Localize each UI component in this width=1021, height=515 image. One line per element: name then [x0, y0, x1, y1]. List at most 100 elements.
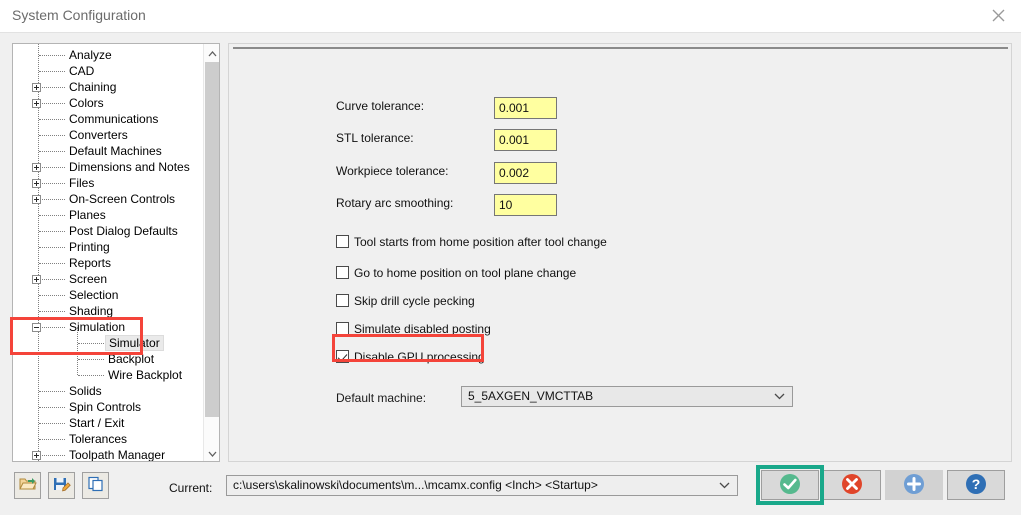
default-machine-label: Default machine:	[336, 391, 427, 405]
panel-divider	[233, 47, 1008, 49]
cancel-button[interactable]	[823, 470, 881, 500]
tree-item-planes[interactable]: Planes	[13, 207, 203, 223]
tree-item-label: Communications	[69, 112, 159, 126]
chevron-down-icon	[774, 387, 785, 406]
tree-item-colors[interactable]: Colors	[13, 95, 203, 111]
tree-item-label: Analyze	[69, 48, 112, 62]
current-config-value: c:\users\skalinowski\documents\m...\mcam…	[233, 478, 598, 492]
close-button[interactable]	[975, 0, 1021, 31]
expand-icon[interactable]	[32, 275, 41, 284]
close-icon	[992, 9, 1005, 22]
tree-item-wire-backplot[interactable]: Wire Backplot	[13, 367, 203, 383]
tree-connector	[39, 103, 65, 104]
tree-connector	[39, 439, 65, 440]
tree-item-post-dialog-defaults[interactable]: Post Dialog Defaults	[13, 223, 203, 239]
checkbox-unchecked-icon[interactable]	[336, 294, 349, 307]
tree-item-backplot[interactable]: Backplot	[13, 351, 203, 367]
tree-item-label: Printing	[69, 240, 110, 254]
checkbox-label: Tool starts from home position after too…	[354, 235, 607, 249]
field-input[interactable]	[494, 162, 557, 184]
current-config-dropdown[interactable]: c:\users\skalinowski\documents\m...\mcam…	[226, 475, 738, 496]
checkbox-checked-icon[interactable]	[336, 350, 349, 363]
tree-item-label: Dimensions and Notes	[69, 160, 190, 174]
field-input[interactable]	[494, 194, 557, 216]
tree-connector	[39, 327, 65, 328]
expand-icon[interactable]	[32, 83, 41, 92]
checkbox-unchecked-icon[interactable]	[336, 235, 349, 248]
default-machine-value: 5_5AXGEN_VMCTTAB	[468, 389, 594, 403]
expand-icon[interactable]	[32, 163, 41, 172]
tree-item-analyze[interactable]: Analyze	[13, 47, 203, 63]
tree-item-spin-controls[interactable]: Spin Controls	[13, 399, 203, 415]
collapse-icon[interactable]	[32, 323, 41, 332]
tree-item-simulation[interactable]: Simulation	[13, 319, 203, 335]
tree-item-simulator[interactable]: Simulator	[13, 335, 203, 351]
tree-connector	[39, 167, 65, 168]
tree-item-label: Shading	[69, 304, 114, 318]
scroll-up-button[interactable]	[204, 44, 219, 61]
expand-icon[interactable]	[32, 451, 41, 460]
tree-connector	[39, 231, 65, 232]
tree-item-label: Simulator	[105, 335, 164, 351]
field-label: Rotary arc smoothing:	[336, 196, 454, 210]
checkbox-unchecked-icon[interactable]	[336, 322, 349, 335]
tree-item-solids[interactable]: Solids	[13, 383, 203, 399]
tree-item-toolpath-manager[interactable]: Toolpath Manager	[13, 447, 203, 461]
default-machine-dropdown[interactable]: 5_5AXGEN_VMCTTAB	[461, 386, 793, 407]
blue-question-icon: ?	[965, 473, 987, 498]
checkbox-label: Go to home position on tool plane change	[354, 266, 577, 280]
help-button[interactable]: ?	[947, 470, 1005, 500]
scrollbar-thumb[interactable]	[205, 62, 219, 417]
add-button[interactable]	[885, 470, 943, 500]
tree-item-label: Spin Controls	[69, 400, 142, 414]
checkbox-label: Simulate disabled posting	[354, 322, 491, 336]
expand-icon[interactable]	[32, 179, 41, 188]
tree-connector	[78, 359, 104, 360]
tree-item-start-exit[interactable]: Start / Exit	[13, 415, 203, 431]
tree-item-communications[interactable]: Communications	[13, 111, 203, 127]
tree-item-label: Chaining	[69, 80, 117, 94]
tree-connector	[39, 119, 65, 120]
tree-item-shading[interactable]: Shading	[13, 303, 203, 319]
settings-category-tree[interactable]: Analyze CAD Chaining Colors Communications Co…	[12, 43, 220, 462]
field-input[interactable]	[494, 129, 557, 151]
open-config-button[interactable]	[14, 472, 41, 499]
tree-connector	[78, 343, 104, 344]
tree-item-converters[interactable]: Converters	[13, 127, 203, 143]
tree-item-label: Start / Exit	[69, 416, 125, 430]
tree-item-printing[interactable]: Printing	[13, 239, 203, 255]
open-folder-icon	[18, 476, 37, 495]
expand-icon[interactable]	[32, 195, 41, 204]
tree-item-chaining[interactable]: Chaining	[13, 79, 203, 95]
field-input[interactable]	[494, 97, 557, 119]
checkbox-label: Skip drill cycle pecking	[354, 294, 475, 308]
tree-item-on-screen-controls[interactable]: On-Screen Controls	[13, 191, 203, 207]
tree-connector	[39, 87, 65, 88]
field-row: Rotary arc smoothing:	[229, 194, 1011, 216]
tree-item-default-machines[interactable]: Default Machines	[13, 143, 203, 159]
checkbox-unchecked-icon[interactable]	[336, 266, 349, 279]
tree-connector	[39, 183, 65, 184]
field-row: Curve tolerance:	[229, 97, 1011, 119]
tree-item-tolerances[interactable]: Tolerances	[13, 431, 203, 447]
ok-button[interactable]	[761, 470, 819, 500]
tree-item-selection[interactable]: Selection	[13, 287, 203, 303]
tree-item-label: CAD	[69, 64, 95, 78]
expand-icon[interactable]	[32, 99, 41, 108]
tree-item-dimensions-and-notes[interactable]: Dimensions and Notes	[13, 159, 203, 175]
tree-item-label: Screen	[69, 272, 108, 286]
tree-item-label: Tolerances	[69, 432, 128, 446]
tree-item-files[interactable]: Files	[13, 175, 203, 191]
tree-connector	[39, 263, 65, 264]
tree-item-screen[interactable]: Screen	[13, 271, 203, 287]
save-config-button[interactable]	[48, 472, 75, 499]
copy-config-button[interactable]	[82, 472, 109, 499]
scroll-down-button[interactable]	[204, 444, 219, 461]
tree-connector	[39, 55, 65, 56]
tree-scrollbar[interactable]	[203, 44, 219, 461]
tree-item-reports[interactable]: Reports	[13, 255, 203, 271]
tree-connector	[39, 279, 65, 280]
field-row: Workpiece tolerance:	[229, 162, 1011, 184]
tree-item-cad[interactable]: CAD	[13, 63, 203, 79]
tree-item-label: On-Screen Controls	[69, 192, 176, 206]
